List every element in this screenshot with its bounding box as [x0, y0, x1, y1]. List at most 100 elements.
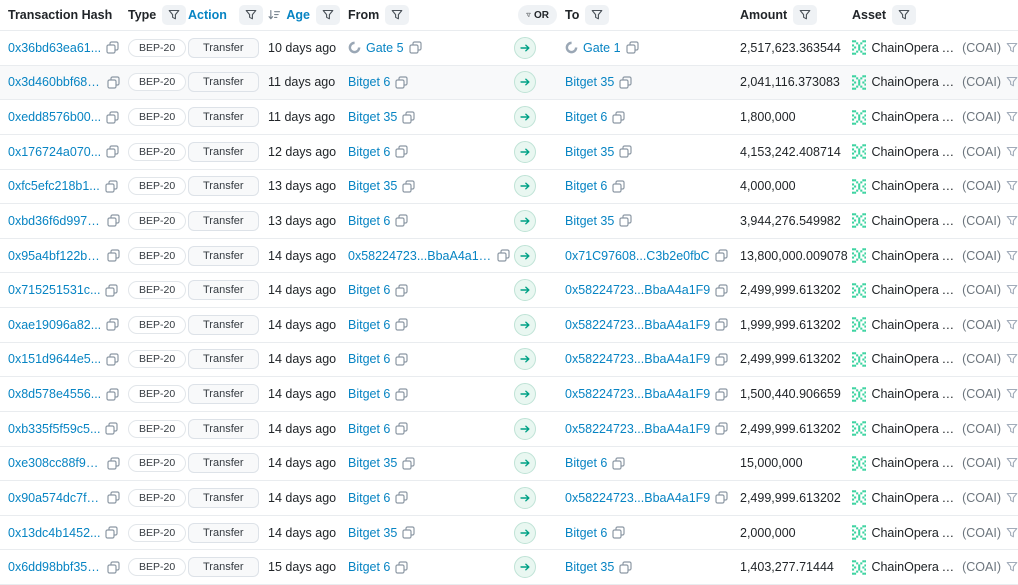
asset-name-link[interactable]: ChainOpera A...: [871, 214, 957, 228]
transfer-action-button[interactable]: Transfer: [188, 107, 259, 127]
txn-hash-link[interactable]: 0xfc5efc218b1...: [8, 179, 100, 193]
copy-from-address-button[interactable]: [409, 41, 422, 54]
transfer-action-button[interactable]: Transfer: [188, 72, 259, 92]
to-address-link[interactable]: Bitget 6: [565, 179, 607, 193]
txn-hash-link[interactable]: 0x90a574dc7fe...: [8, 491, 102, 505]
from-address-link[interactable]: Bitget 35: [348, 110, 397, 124]
from-address-link[interactable]: Bitget 6: [348, 318, 390, 332]
txn-hash-link[interactable]: 0x176724a070...: [8, 145, 101, 159]
from-address-link[interactable]: Bitget 6: [348, 352, 390, 366]
from-address-link[interactable]: Bitget 6: [348, 491, 390, 505]
copy-from-address-button[interactable]: [402, 180, 415, 193]
copy-to-address-button[interactable]: [619, 76, 632, 89]
asset-row-filter-icon[interactable]: [1006, 423, 1018, 435]
copy-from-address-button[interactable]: [395, 388, 408, 401]
asset-name-link[interactable]: ChainOpera A...: [871, 456, 957, 470]
txn-hash-link[interactable]: 0x3d460bbf682...: [8, 75, 102, 89]
asset-name-link[interactable]: ChainOpera A...: [871, 526, 957, 540]
txn-hash-link[interactable]: 0x715251531c...: [8, 283, 100, 297]
asset-name-link[interactable]: ChainOpera A...: [871, 422, 957, 436]
copy-to-address-button[interactable]: [715, 353, 728, 366]
age-label[interactable]: Age: [286, 8, 310, 22]
txn-hash-link[interactable]: 0xe308cc88f95...: [8, 456, 102, 470]
txn-hash-link[interactable]: 0x95a4bf122b7...: [8, 249, 102, 263]
asset-name-link[interactable]: ChainOpera A...: [871, 179, 957, 193]
copy-to-address-button[interactable]: [612, 111, 625, 124]
copy-from-address-button[interactable]: [402, 111, 415, 124]
to-address-link[interactable]: 0x58224723...BbaA4a1F9: [565, 422, 710, 436]
copy-from-address-button[interactable]: [395, 284, 408, 297]
asset-name-link[interactable]: ChainOpera A...: [871, 41, 957, 55]
copy-txn-hash-button[interactable]: [107, 491, 120, 504]
copy-from-address-button[interactable]: [395, 353, 408, 366]
asset-row-filter-icon[interactable]: [1006, 457, 1018, 469]
copy-to-address-button[interactable]: [612, 526, 625, 539]
to-address-link[interactable]: Bitget 35: [565, 145, 614, 159]
asset-name-link[interactable]: ChainOpera A...: [871, 75, 957, 89]
from-address-link[interactable]: Bitget 6: [348, 560, 390, 574]
copy-to-address-button[interactable]: [619, 561, 632, 574]
amount-filter-button[interactable]: [793, 5, 817, 25]
asset-row-filter-icon[interactable]: [1006, 146, 1018, 158]
to-address-link[interactable]: 0x58224723...BbaA4a1F9: [565, 352, 710, 366]
asset-name-link[interactable]: ChainOpera A...: [871, 249, 957, 263]
to-address-link[interactable]: Bitget 35: [565, 214, 614, 228]
age-filter-button[interactable]: [316, 5, 340, 25]
txn-hash-link[interactable]: 0xb335f5f59c5...: [8, 422, 100, 436]
copy-to-address-button[interactable]: [715, 388, 728, 401]
copy-txn-hash-button[interactable]: [106, 111, 119, 124]
transfer-action-button[interactable]: Transfer: [188, 419, 259, 439]
copy-to-address-button[interactable]: [715, 284, 728, 297]
copy-to-address-button[interactable]: [619, 214, 632, 227]
copy-to-address-button[interactable]: [715, 318, 728, 331]
asset-row-filter-icon[interactable]: [1006, 561, 1018, 573]
from-address-link[interactable]: Bitget 35: [348, 179, 397, 193]
asset-name-link[interactable]: ChainOpera A...: [871, 491, 957, 505]
txn-hash-link[interactable]: 0xae19096a82...: [8, 318, 101, 332]
copy-to-address-button[interactable]: [715, 491, 728, 504]
to-address-link[interactable]: 0x58224723...BbaA4a1F9: [565, 283, 710, 297]
transfer-action-button[interactable]: Transfer: [188, 488, 259, 508]
txn-hash-link[interactable]: 0x36bd63ea61...: [8, 41, 101, 55]
asset-row-filter-icon[interactable]: [1006, 353, 1018, 365]
copy-from-address-button[interactable]: [395, 214, 408, 227]
asset-row-filter-icon[interactable]: [1006, 527, 1018, 539]
from-address-link[interactable]: Bitget 6: [348, 214, 390, 228]
from-address-link[interactable]: Bitget 6: [348, 422, 390, 436]
to-filter-button[interactable]: [585, 5, 609, 25]
copy-from-address-button[interactable]: [395, 422, 408, 435]
from-address-link[interactable]: Bitget 35: [348, 456, 397, 470]
copy-to-address-button[interactable]: [715, 249, 728, 262]
to-address-link[interactable]: Bitget 6: [565, 526, 607, 540]
to-address-link[interactable]: Gate 1: [583, 41, 621, 55]
txn-hash-link[interactable]: 0x8d578e4556...: [8, 387, 101, 401]
copy-txn-hash-button[interactable]: [106, 353, 119, 366]
copy-txn-hash-button[interactable]: [107, 214, 120, 227]
asset-row-filter-icon[interactable]: [1006, 284, 1018, 296]
copy-txn-hash-button[interactable]: [106, 388, 119, 401]
copy-to-address-button[interactable]: [715, 422, 728, 435]
to-address-link[interactable]: Bitget 6: [565, 456, 607, 470]
copy-from-address-button[interactable]: [395, 145, 408, 158]
copy-from-address-button[interactable]: [395, 76, 408, 89]
from-address-link[interactable]: Bitget 35: [348, 526, 397, 540]
sort-descending-icon[interactable]: [268, 9, 280, 21]
copy-from-address-button[interactable]: [402, 526, 415, 539]
from-address-link[interactable]: 0x58224723...BbaA4a1F9: [348, 249, 492, 263]
asset-row-filter-icon[interactable]: [1006, 42, 1018, 54]
copy-txn-hash-button[interactable]: [105, 422, 118, 435]
asset-name-link[interactable]: ChainOpera A...: [871, 560, 957, 574]
to-address-link[interactable]: 0x58224723...BbaA4a1F9: [565, 387, 710, 401]
asset-row-filter-icon[interactable]: [1006, 250, 1018, 262]
asset-name-link[interactable]: ChainOpera A...: [871, 352, 957, 366]
from-address-link[interactable]: Bitget 6: [348, 387, 390, 401]
copy-txn-hash-button[interactable]: [107, 249, 120, 262]
txn-hash-link[interactable]: 0xbd36f6d9972...: [8, 214, 102, 228]
copy-txn-hash-button[interactable]: [107, 76, 120, 89]
transfer-action-button[interactable]: Transfer: [188, 349, 259, 369]
from-address-link[interactable]: Bitget 6: [348, 283, 390, 297]
copy-txn-hash-button[interactable]: [105, 526, 118, 539]
transfer-action-button[interactable]: Transfer: [188, 142, 259, 162]
copy-to-address-button[interactable]: [612, 457, 625, 470]
copy-txn-hash-button[interactable]: [106, 145, 119, 158]
